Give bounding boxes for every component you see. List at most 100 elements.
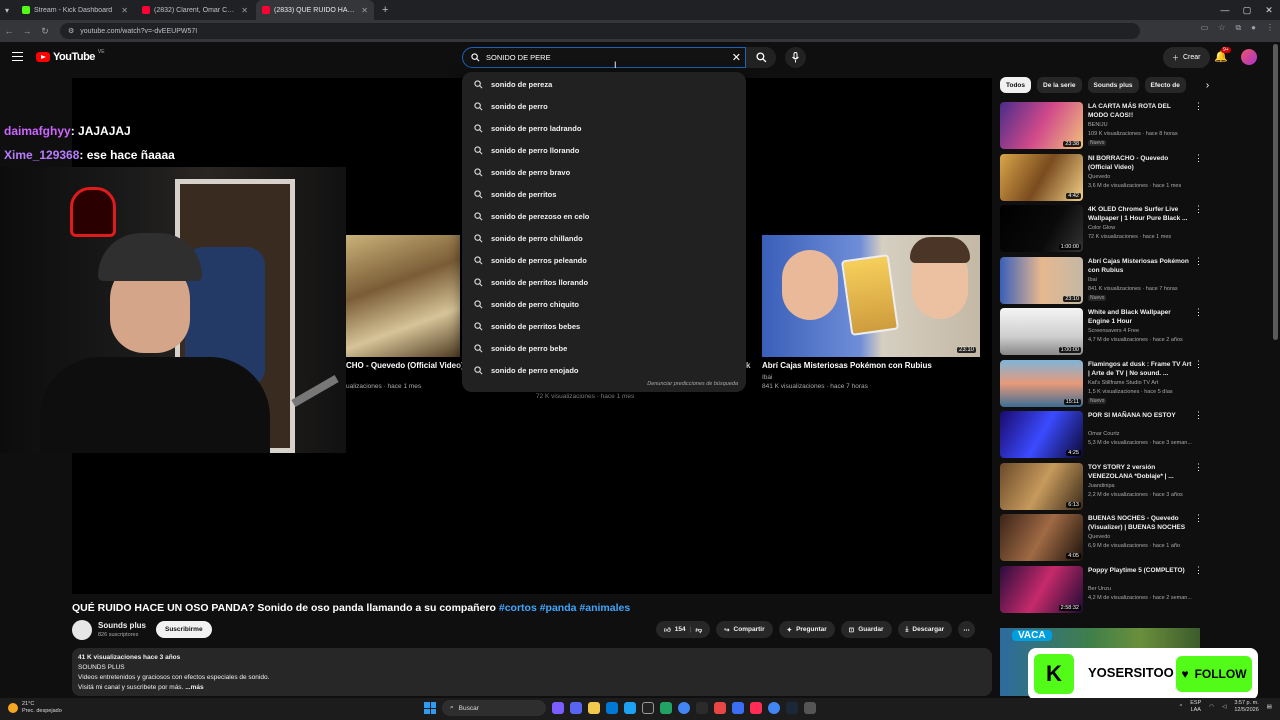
video-thumbnail[interactable]: 4:05 — [1000, 514, 1083, 561]
back-icon[interactable]: ← — [0, 26, 18, 36]
search-suggestion-item[interactable]: sonido de perritos — [462, 183, 746, 205]
video-thumbnail[interactable]: 4:25 — [1000, 411, 1083, 458]
chip-sounds-plus[interactable]: Sounds plus — [1087, 77, 1139, 93]
more-options-icon[interactable]: ⋮ — [1194, 308, 1203, 317]
taskbar-search[interactable]: ⌕ Buscar — [442, 700, 546, 716]
video-channel[interactable]: Screensavers 4 Free — [1088, 328, 1139, 334]
settings-icon[interactable] — [804, 702, 816, 714]
notification-center-icon[interactable]: ▤ — [1267, 704, 1272, 710]
video-channel[interactable]: Quevedo — [1088, 174, 1110, 180]
address-bar[interactable]: ⚙ youtube.com/watch?v=-dvEEUPW57I — [60, 23, 1140, 39]
taskbar-clock[interactable]: 3:57 p. m. 12/5/2026 — [1234, 700, 1258, 714]
video-channel[interactable]: Quevedo — [1088, 534, 1110, 540]
minimize-icon[interactable]: — — [1214, 0, 1236, 20]
recommended-video[interactable]: 15:11 Flamingos at dusk : Frame TV Art | … — [1000, 359, 1203, 410]
tab-search-icon[interactable]: ▾ — [0, 6, 14, 15]
end-screen-video-a-thumbnail[interactable] — [346, 235, 460, 357]
share-button[interactable]: ↪ Compartir — [716, 621, 773, 638]
video-title[interactable]: BUENAS NOCHES - Quevedo (Visualizer) | B… — [1088, 514, 1192, 532]
menu-icon[interactable] — [12, 52, 23, 61]
edge-icon[interactable] — [624, 702, 636, 714]
video-channel[interactable]: Kat's Stillframe Studio TV Art — [1088, 380, 1158, 386]
search-button[interactable] — [746, 47, 776, 68]
video-hashtags[interactable]: #cortos #panda #animales — [499, 602, 630, 614]
save-button[interactable]: ⊡ Guardar — [840, 621, 892, 638]
description-more-link[interactable]: ...más — [185, 684, 203, 691]
chip-todos[interactable]: Todos — [1000, 77, 1032, 93]
voice-search-button[interactable] — [785, 47, 806, 68]
forward-icon[interactable]: → — [18, 26, 36, 36]
mail-icon[interactable] — [606, 702, 618, 714]
more-options-icon[interactable]: ⋮ — [1194, 205, 1203, 214]
video-thumbnail[interactable]: 1:00:00 — [1000, 205, 1083, 252]
page-scrollbar[interactable] — [1273, 44, 1278, 340]
tray-expand-icon[interactable]: ^ — [1180, 704, 1183, 710]
tiktok-icon[interactable] — [750, 702, 762, 714]
more-options-icon[interactable]: ⋮ — [1194, 102, 1203, 111]
like-button[interactable]: 👍︎ 154 | 👎︎ — [656, 621, 711, 638]
tab-youtube-music[interactable]: (2832) Clarent, Omar Courtz - S ✕ — [136, 0, 254, 20]
more-options-icon[interactable]: ⋮ — [1194, 256, 1203, 266]
search-suggestion-item[interactable]: sonido de perros peleando — [462, 249, 746, 271]
more-actions-button[interactable]: ⋯ — [958, 621, 975, 638]
file-explorer-icon[interactable] — [588, 702, 600, 714]
more-options-icon[interactable]: ⋮ — [1194, 359, 1203, 369]
video-title[interactable]: LA CARTA MÁS ROTA DEL MODO CAOS!! — [1088, 102, 1192, 120]
recommended-video[interactable]: 1:00:00 4K OLED Chrome Surfer Live Wallpa… — [1000, 205, 1203, 255]
site-info-icon[interactable]: ⚙ — [68, 27, 74, 35]
search-suggestion-item[interactable]: sonido de perritos llorando — [462, 271, 746, 293]
video-title[interactable]: NI BORRACHO - Quevedo (Official Video) — [1088, 154, 1192, 172]
chip-de-la-serie[interactable]: De la serie — [1037, 77, 1082, 93]
search-suggestion-item[interactable]: sonido de pereza — [462, 73, 746, 95]
more-options-icon[interactable]: ⋮ — [1194, 514, 1203, 523]
search-input[interactable]: SONIDO DE PERE ✕ — [462, 47, 746, 68]
video-channel[interactable]: Omar Courtz — [1088, 431, 1119, 437]
chips-next-icon[interactable]: › — [1206, 80, 1209, 91]
thumbs-down-icon[interactable]: 👎︎ — [695, 626, 702, 634]
recommended-video[interactable]: 6:13 TOY STORY 2 versión VENEZOLANA *Dobl… — [1000, 462, 1203, 513]
maximize-icon[interactable]: ▢ — [1236, 0, 1258, 20]
video-description[interactable]: 41 K visualizaciones hace 3 años SOUNDS … — [72, 648, 992, 696]
search-suggestion-item[interactable]: sonido de perro — [462, 95, 746, 117]
subscribe-button[interactable]: Suscribirme — [156, 621, 212, 638]
discord-icon[interactable] — [570, 702, 582, 714]
clear-search-icon[interactable]: ✕ — [732, 51, 741, 64]
close-window-icon[interactable]: ✕ — [1258, 0, 1280, 20]
app-icon[interactable] — [660, 702, 672, 714]
tab-kick-dashboard[interactable]: Stream - Kick Dashboard ✕ — [16, 0, 134, 20]
end-screen-video-a-title[interactable]: CHO - Quevedo (Official Video) — [346, 361, 464, 370]
more-options-icon[interactable]: ⋮ — [1194, 462, 1203, 472]
recommended-video[interactable]: 2:58:32 Poppy Playtime 5 (COMPLETO) Ber Un… — [1000, 565, 1203, 616]
video-channel[interactable]: Juandinipa — [1088, 483, 1115, 489]
video-thumbnail[interactable]: 23:38 — [1000, 102, 1083, 149]
create-button[interactable]: ＋ Crear — [1163, 47, 1210, 68]
video-thumbnail[interactable]: 6:13 — [1000, 462, 1083, 510]
cast-icon[interactable]: ▭ — [1201, 23, 1209, 33]
extensions-icon[interactable]: ⧉ — [1235, 23, 1241, 33]
video-channel[interactable]: BENIJU — [1088, 122, 1108, 128]
video-thumbnail[interactable]: 1:00:00 — [1000, 308, 1083, 355]
more-options-icon[interactable]: ⋮ — [1194, 565, 1203, 575]
video-thumbnail[interactable]: 4:42 — [1000, 153, 1083, 201]
channel-avatar[interactable] — [72, 620, 92, 640]
video-title[interactable]: White and Black Wallpaper Engine 1 Hour — [1088, 308, 1192, 326]
video-title[interactable]: POR SI MAÑANA NO ESTOY — [1088, 411, 1192, 420]
app-icon[interactable] — [714, 702, 726, 714]
tab-close-icon[interactable]: ✕ — [121, 6, 128, 15]
tab-close-icon[interactable]: ✕ — [361, 6, 368, 15]
video-title[interactable]: Abrí Cajas Misteriosas Pokémon con Rubiu… — [1088, 257, 1192, 275]
browser-menu-icon[interactable]: ⋮ — [1266, 23, 1274, 33]
search-suggestion-item[interactable]: sonido de perro chiquito — [462, 293, 746, 315]
video-thumbnail[interactable]: 2:58:32 — [1000, 565, 1083, 613]
reload-icon[interactable]: ↻ — [36, 26, 54, 37]
search-suggestion-item[interactable]: sonido de perro enojado — [462, 359, 746, 381]
search-suggestion-item[interactable]: sonido de perritos bebes — [462, 315, 746, 337]
search-suggestion-item[interactable]: sonido de perro bebe — [462, 337, 746, 359]
chrome-icon[interactable] — [768, 702, 780, 714]
ask-button[interactable]: ✦ Preguntar — [778, 621, 835, 638]
new-tab-button[interactable]: + — [382, 4, 388, 16]
recommended-video[interactable]: 4:42 NI BORRACHO - Quevedo (Official Vide… — [1000, 153, 1203, 204]
tab-close-icon[interactable]: ✕ — [241, 6, 248, 15]
download-button[interactable]: ⤓ Descargar — [897, 621, 953, 638]
search-suggestion-item[interactable]: sonido de perro bravo — [462, 161, 746, 183]
